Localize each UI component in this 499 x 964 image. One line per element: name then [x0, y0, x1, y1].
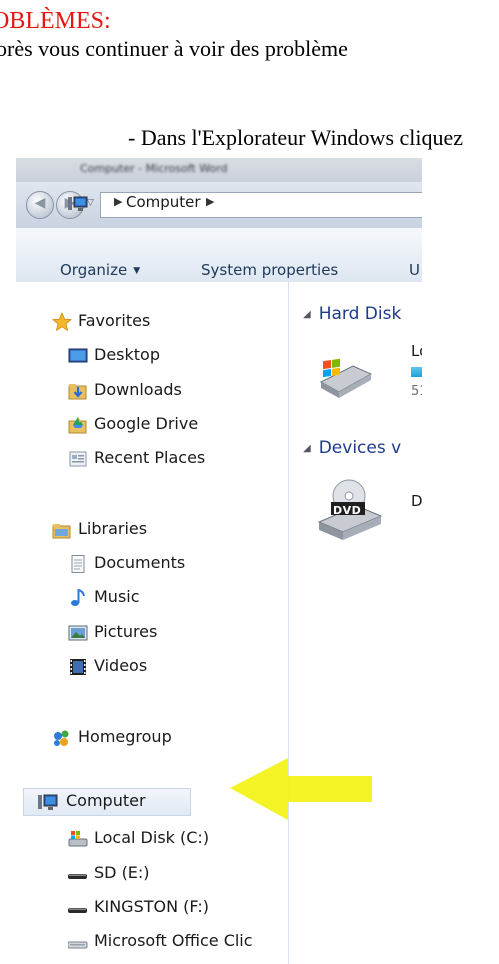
- drive-tile-local-disk[interactable]: Lo 51: [317, 342, 422, 412]
- drive-tile-dvd[interactable]: DVD D': [317, 478, 422, 548]
- group-header-hard-disk[interactable]: ◢ Hard Disk: [303, 304, 401, 324]
- nav-label: Google Drive: [94, 414, 199, 433]
- nav-label: KINGSTON (F:): [94, 897, 209, 916]
- homegroup-icon: [54, 730, 69, 746]
- recent-places-icon: [69, 451, 87, 467]
- removable-drive-icon: [68, 874, 87, 879]
- content-pane: ◢ Hard Disk Lo 51 ◢ Devices v: [289, 282, 422, 964]
- dvd-label: DVD: [333, 504, 362, 517]
- videos-icon: [70, 659, 86, 675]
- google-drive-icon: [68, 417, 87, 434]
- nav-label: Computer: [66, 791, 146, 810]
- toolbar-button-truncated[interactable]: U: [409, 261, 420, 279]
- computer-icon: [38, 794, 58, 810]
- nav-label: Homegroup: [78, 727, 172, 746]
- nav-label: SD (E:): [94, 863, 150, 882]
- drive-name: D': [411, 492, 422, 510]
- explorer-screenshot: Computer - Microsoft Word ◀ ▶ ▽ ▶ Comput…: [16, 158, 422, 964]
- downloads-folder-icon: [68, 384, 87, 400]
- organize-button[interactable]: Organize ▼: [60, 261, 140, 279]
- nav-computer[interactable]: Computer: [23, 788, 191, 816]
- collapse-triangle-icon: ◢: [303, 309, 311, 320]
- nav-label: Desktop: [94, 345, 160, 364]
- star-icon: [52, 312, 72, 332]
- pictures-icon: [68, 625, 88, 641]
- navigation-pane: Favorites Desktop Downloads Google Drive…: [16, 282, 289, 964]
- collapse-triangle-icon: ◢: [303, 443, 311, 454]
- breadcrumb-chevron-icon[interactable]: ▶: [114, 195, 122, 208]
- organize-label: Organize: [60, 261, 128, 279]
- nav-label: Pictures: [94, 622, 158, 641]
- address-bar: ◀ ▶ ▽ ▶ Computer ▶: [16, 182, 422, 228]
- title-bar: Computer - Microsoft Word: [16, 158, 422, 182]
- music-note-icon: [71, 588, 85, 606]
- window-title: Computer - Microsoft Word: [80, 162, 228, 175]
- group-header-devices[interactable]: ◢ Devices v: [303, 438, 401, 458]
- nav-label: Music: [94, 587, 140, 606]
- nav-label: Downloads: [94, 380, 182, 399]
- breadcrumb-computer[interactable]: Computer: [126, 193, 201, 211]
- nav-label: Libraries: [78, 519, 148, 538]
- hard-drive-icon: [319, 358, 373, 398]
- breadcrumb-chevron-icon[interactable]: ▶: [206, 195, 214, 208]
- removable-drive-icon: [68, 908, 87, 913]
- system-properties-button[interactable]: System properties: [201, 261, 338, 279]
- libraries-icon: [52, 524, 71, 539]
- nav-label: Documents: [94, 553, 186, 572]
- back-arrow-icon: ◀: [34, 195, 46, 211]
- doc-heading: OBLÈMES:: [0, 8, 111, 34]
- nav-label: Recent Places: [94, 448, 206, 467]
- chevron-down-icon: ▼: [133, 266, 141, 276]
- network-drive-icon: [68, 941, 88, 949]
- nav-label: Local Disk (C:): [94, 828, 210, 847]
- drive-usage-bar: [411, 367, 422, 377]
- nav-label: Favorites: [78, 311, 151, 330]
- drive-name: Lo: [411, 342, 422, 360]
- nav-label: Microsoft Office Clic: [94, 931, 253, 950]
- local-disk-icon: [68, 831, 88, 847]
- desktop-icon: [68, 348, 88, 363]
- group-header-label: Devices v: [318, 438, 402, 458]
- recent-pages-dropdown-icon[interactable]: ▽: [87, 198, 94, 208]
- doc-bullet: - Dans l'Explorateur Windows cliquez: [128, 125, 464, 150]
- back-button[interactable]: ◀: [26, 191, 54, 219]
- drive-size: 51: [411, 384, 422, 399]
- group-header-label: Hard Disk: [318, 304, 402, 324]
- command-bar: Organize ▼ System properties U: [16, 228, 422, 283]
- computer-icon: [68, 196, 88, 211]
- documents-icon: [71, 555, 85, 573]
- doc-paragraph: orès vous continuer à voir des problème: [0, 36, 348, 61]
- yellow-arrow-annotation: [230, 758, 372, 820]
- nav-label: Videos: [94, 656, 148, 675]
